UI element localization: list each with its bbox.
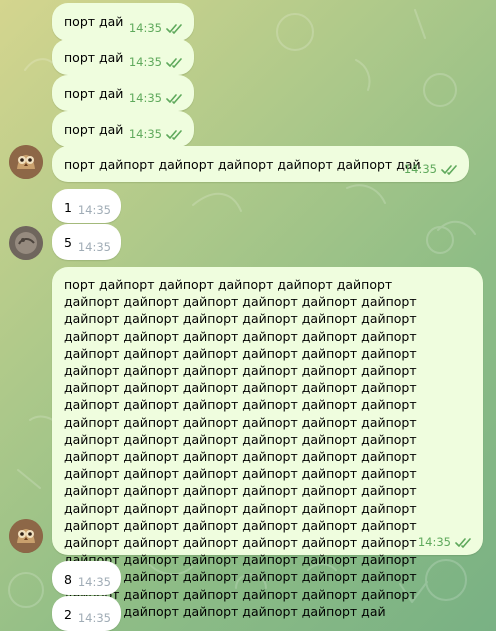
outgoing-message-3[interactable]: порт дай 14:35 — [52, 75, 194, 111]
incoming-message-2[interactable]: 5 14:35 — [52, 224, 121, 260]
message-text: 8 — [64, 572, 72, 587]
message-meta: 14:35 — [129, 55, 184, 69]
message-meta: 14:35 — [129, 91, 184, 105]
message-time: 14:35 — [128, 91, 162, 105]
owl-avatar[interactable] — [9, 145, 43, 179]
message-time: 14:35 — [128, 55, 162, 69]
message-time: 14:35 — [128, 127, 162, 141]
message-meta: 14:35 — [78, 575, 111, 589]
double-check-icon — [166, 23, 182, 34]
message-meta: 14:35 — [78, 203, 111, 217]
coin-icon — [9, 226, 43, 260]
message-time: 14:35 — [128, 21, 162, 35]
outgoing-message-2[interactable]: порт дай 14:35 — [52, 39, 194, 75]
double-check-icon — [455, 537, 471, 548]
message-text: 1 — [64, 200, 72, 215]
outgoing-message-1[interactable]: порт дай 14:35 — [52, 3, 194, 41]
message-time: 14:35 — [77, 203, 111, 217]
incoming-message-1[interactable]: 1 14:35 — [52, 189, 121, 223]
message-text: порт дай — [64, 122, 124, 137]
incoming-message-3[interactable]: 8 14:35 — [52, 561, 121, 595]
message-text: 2 — [64, 607, 72, 622]
owl-avatar[interactable] — [9, 519, 43, 553]
message-meta: 14:35 — [78, 240, 111, 254]
message-text: порт дай — [64, 14, 124, 29]
message-text: 5 — [64, 235, 72, 250]
incoming-message-4[interactable]: 2 14:35 — [52, 596, 121, 631]
owl-icon — [9, 519, 43, 553]
owl-icon — [9, 145, 43, 179]
message-time: 14:35 — [403, 162, 437, 176]
outgoing-long-message[interactable]: порт дайпорт дайпорт дайпорт дайпорт дай… — [52, 267, 483, 619]
message-time: 14:35 — [77, 240, 111, 254]
double-check-icon — [166, 93, 182, 104]
message-meta: 14:35 — [418, 535, 473, 549]
message-meta: 14:35 — [78, 611, 111, 625]
coin-avatar[interactable] — [9, 226, 43, 260]
message-time: 14:35 — [77, 575, 111, 589]
message-time: 14:35 — [77, 611, 111, 625]
message-text: порт дай — [64, 86, 124, 101]
message-text: порт дайпорт дайпорт дайпорт дайпорт дай… — [64, 277, 417, 619]
outgoing-message-5[interactable]: порт дайпорт дайпорт дайпорт дайпорт дай… — [52, 146, 469, 182]
message-meta: 14:35 — [404, 162, 459, 176]
message-meta: 14:35 — [129, 21, 184, 35]
message-time: 14:35 — [417, 535, 451, 549]
message-text: порт дайпорт дайпорт дайпорт дайпорт дай… — [64, 157, 421, 172]
double-check-icon — [166, 57, 182, 68]
chat-message-list: порт дай 14:35 порт дай 14:35 порт дай 1… — [0, 0, 496, 631]
message-text: порт дай — [64, 50, 124, 65]
double-check-icon — [441, 164, 457, 175]
message-meta: 14:35 — [129, 127, 184, 141]
double-check-icon — [166, 129, 182, 140]
outgoing-message-4[interactable]: порт дай 14:35 — [52, 111, 194, 147]
